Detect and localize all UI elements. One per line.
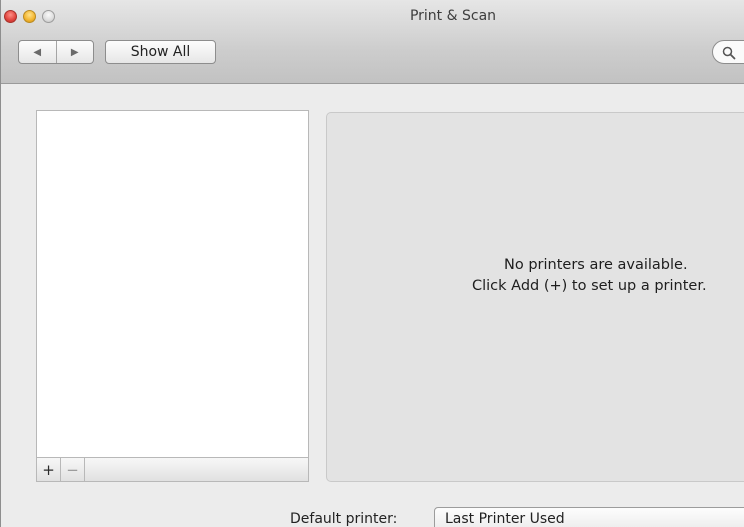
show-all-button[interactable]: Show All (105, 40, 216, 64)
back-arrow-icon: ◀ (33, 46, 42, 58)
window-title: Print & Scan (409, 8, 497, 24)
no-printers-line: No printers are available. (504, 257, 688, 273)
back-button[interactable]: ◀ (19, 41, 57, 63)
default-printer-select[interactable]: Last Printer Used (434, 507, 744, 527)
default-printer-label: Default printer: (290, 511, 398, 527)
forward-button[interactable]: ▶ (57, 41, 94, 63)
search-icon (722, 46, 736, 60)
printer-detail-panel (326, 112, 744, 482)
window-toolbar: Print & Scan ◀ ▶ Show All (1, 0, 744, 84)
search-field[interactable] (712, 40, 744, 64)
back-forward-control: ◀ ▶ (18, 40, 94, 64)
no-printers-message: No printers are available. Click Add (+)… (463, 255, 744, 297)
print-scan-window: Print & Scan ◀ ▶ Show All + − No printer… (0, 0, 744, 527)
forward-arrow-icon: ▶ (70, 46, 79, 58)
add-printer-hint: Click Add (+) to set up a printer. (472, 278, 707, 294)
printer-list-footer: + − (36, 457, 309, 482)
remove-printer-button[interactable]: − (61, 458, 85, 481)
printer-list[interactable] (36, 110, 309, 482)
add-printer-button[interactable]: + (37, 458, 61, 481)
